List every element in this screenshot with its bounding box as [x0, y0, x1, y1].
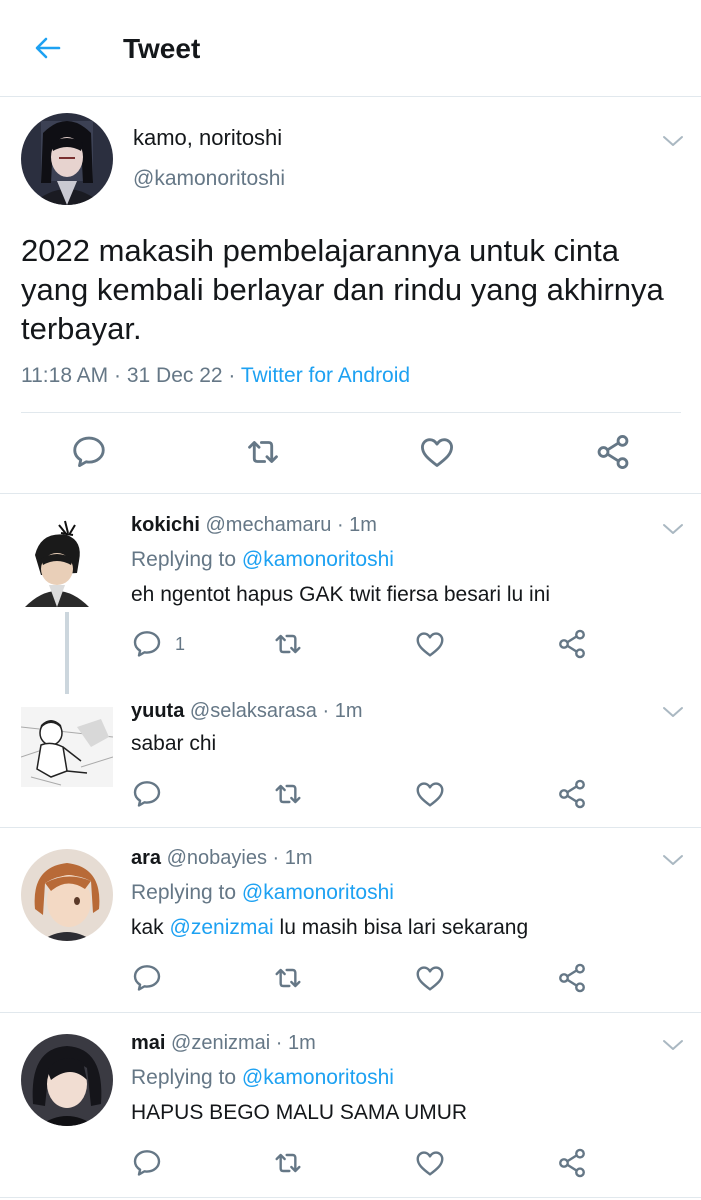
retweet-icon — [272, 962, 304, 994]
reply-button[interactable] — [131, 962, 163, 994]
reply-count: 1 — [175, 633, 186, 654]
user-handle[interactable]: @zenizmai · 1m — [171, 1032, 316, 1054]
avatar[interactable] — [21, 849, 113, 941]
reply-icon — [131, 628, 163, 660]
share-icon — [556, 1147, 588, 1179]
share-button[interactable] — [556, 962, 588, 994]
retweet-button[interactable] — [272, 628, 304, 660]
mention-link[interactable]: @zenizmai — [170, 916, 274, 939]
display-name[interactable]: kamo, noritoshi — [133, 125, 282, 151]
display-name[interactable]: kokichi — [131, 514, 200, 536]
chevron-down-icon[interactable] — [662, 522, 684, 536]
retweet-button[interactable] — [272, 962, 304, 994]
like-button[interactable] — [414, 962, 446, 994]
replying-to: Replying to @kamonoritoshi — [131, 881, 394, 904]
reply-text: HAPUS BEGO MALU SAMA UMUR — [131, 1101, 468, 1124]
user-handle[interactable]: @mechamaru · 1m — [205, 514, 376, 536]
reply-button[interactable]: 1 — [131, 628, 185, 660]
page-title: Tweet — [123, 33, 201, 64]
tweet-timestamp: 11:18 AM · 31 Dec 22 · — [21, 364, 241, 387]
reply-header: mai @zenizmai · 1m — [131, 1032, 316, 1055]
retweet-icon — [272, 1147, 304, 1179]
retweet-icon — [272, 628, 304, 660]
avatar[interactable] — [21, 113, 113, 205]
share-icon — [556, 778, 588, 810]
display-name[interactable]: mai — [131, 1032, 165, 1054]
reply-icon — [131, 1147, 163, 1179]
like-icon — [414, 962, 446, 994]
user-handle[interactable]: @selaksarasa · 1m — [190, 700, 363, 722]
reply-header: yuuta @selaksarasa · 1m — [131, 700, 362, 723]
user-handle[interactable]: @kamonoritoshi — [133, 167, 285, 191]
reply-icon — [131, 778, 163, 810]
replying-to: Replying to @kamonoritoshi — [131, 1066, 394, 1089]
mention-link[interactable]: @kamonoritoshi — [242, 881, 394, 904]
reply-text: sabar chi — [131, 732, 217, 755]
main-tweet: kamo, noritoshi @kamonoritoshi 2022 maka… — [0, 97, 701, 494]
divider — [0, 1197, 701, 1198]
replying-to: Replying to @kamonoritoshi — [131, 548, 394, 571]
like-button[interactable] — [418, 433, 456, 471]
share-icon — [594, 433, 632, 471]
share-button[interactable] — [556, 778, 588, 810]
back-arrow-icon — [35, 37, 61, 59]
retweet-button[interactable] — [272, 778, 304, 810]
tweet-metadata: 11:18 AM · 31 Dec 22 · Twitter for Andro… — [21, 364, 410, 388]
reply-button[interactable] — [131, 1147, 163, 1179]
like-icon — [414, 628, 446, 660]
share-button[interactable] — [556, 628, 588, 660]
avatar[interactable] — [21, 515, 93, 607]
chevron-down-icon[interactable] — [662, 705, 684, 719]
display-name[interactable]: yuuta — [131, 700, 184, 722]
avatar[interactable] — [21, 1034, 113, 1126]
retweet-button[interactable] — [244, 433, 282, 471]
reply-icon — [131, 962, 163, 994]
like-icon — [414, 1147, 446, 1179]
reply-tweet[interactable]: kokichi @mechamaru · 1m Replying to @kam… — [0, 495, 701, 685]
reply-button[interactable] — [131, 778, 163, 810]
like-button[interactable] — [414, 1147, 446, 1179]
top-bar: Tweet — [0, 0, 701, 97]
tweet-source-link[interactable]: Twitter for Android — [241, 364, 410, 387]
chevron-down-icon[interactable] — [662, 853, 684, 867]
divider — [21, 412, 681, 413]
chevron-down-icon[interactable] — [662, 1038, 684, 1052]
like-button[interactable] — [414, 628, 446, 660]
share-icon — [556, 962, 588, 994]
user-handle[interactable]: @nobayies · 1m — [167, 847, 313, 869]
retweet-button[interactable] — [272, 1147, 304, 1179]
reply-tweet[interactable]: mai @zenizmai · 1m Replying to @kamonori… — [0, 1013, 701, 1197]
share-icon — [556, 628, 588, 660]
avatar[interactable] — [21, 707, 113, 787]
like-icon — [418, 433, 456, 471]
reply-tweet[interactable]: yuuta @selaksarasa · 1m sabar chi — [0, 685, 701, 827]
reply-header: kokichi @mechamaru · 1m — [131, 514, 377, 537]
reply-text: kak @zenizmai lu masih bisa lari sekaran… — [131, 916, 529, 939]
like-button[interactable] — [414, 778, 446, 810]
retweet-icon — [272, 778, 304, 810]
reply-button[interactable] — [70, 433, 108, 471]
back-button[interactable] — [30, 30, 66, 66]
reply-tweet[interactable]: ara @nobayies · 1m Replying to @kamonori… — [0, 828, 701, 1012]
like-icon — [414, 778, 446, 810]
mention-link[interactable]: @kamonoritoshi — [242, 1066, 394, 1089]
display-name[interactable]: ara — [131, 847, 161, 869]
tweet-text: 2022 makasih pembelajarannya untuk cinta… — [21, 233, 664, 346]
share-button[interactable] — [556, 1147, 588, 1179]
reply-icon — [70, 433, 108, 471]
mention-link[interactable]: @kamonoritoshi — [242, 548, 394, 571]
reply-text: eh ngentot hapus GAK twit fiersa besari … — [131, 583, 551, 606]
share-button[interactable] — [594, 433, 632, 471]
retweet-icon — [244, 433, 282, 471]
chevron-down-icon[interactable] — [662, 134, 684, 148]
reply-header: ara @nobayies · 1m — [131, 847, 313, 870]
